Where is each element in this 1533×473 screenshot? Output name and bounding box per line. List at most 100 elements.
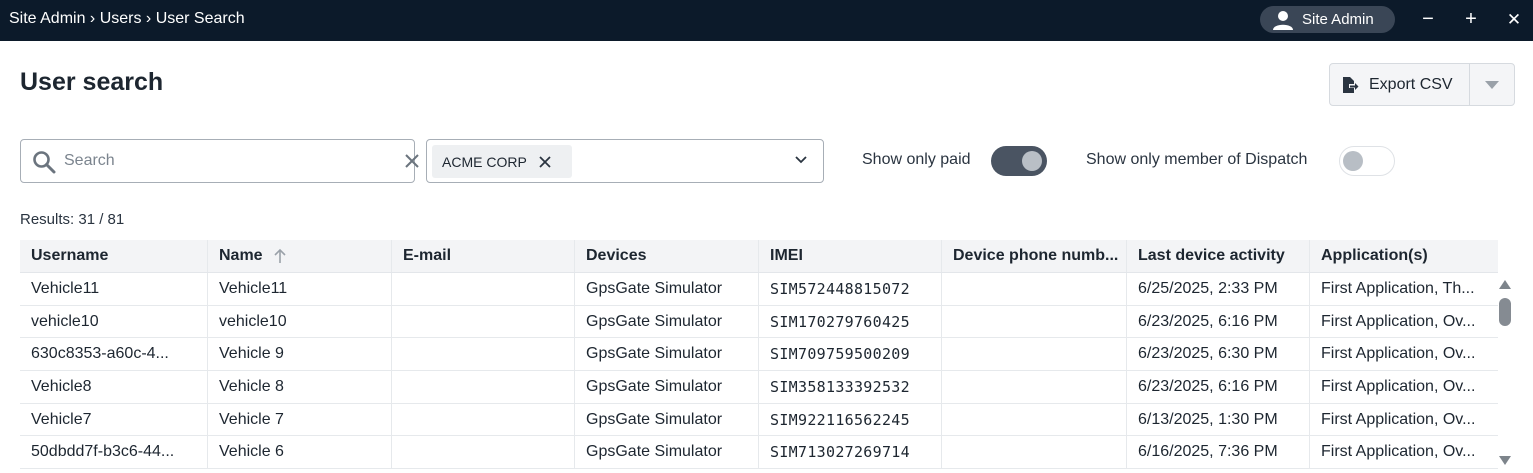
column-header-last-activity[interactable]: Last device activity [1127,240,1310,272]
cell-imei: SIM713027269714 [759,436,942,469]
column-header-device-phone[interactable]: Device phone numb... [942,240,1127,272]
table-row[interactable]: 630c8353-a60c-4... Vehicle 9 GpsGate Sim… [20,338,1498,372]
search-input[interactable] [64,150,364,172]
search-icon [33,151,56,174]
cell-device-phone [942,305,1127,338]
page-title: User search [20,68,164,96]
results-count: Results: 31 / 81 [20,211,125,228]
show-only-dispatch-label: Show only member of Dispatch [1086,151,1308,168]
column-header-imei[interactable]: IMEI [759,240,942,272]
organization-select[interactable]: ACME CORP [426,139,824,183]
remove-tag-icon[interactable] [539,155,551,168]
scrollbar-thumb[interactable] [1499,298,1511,326]
cell-last-activity: 6/23/2025, 6:16 PM [1127,305,1310,338]
export-csv-label: Export CSV [1369,75,1453,93]
cell-device-phone [942,273,1127,305]
cell-last-activity: 6/13/2025, 1:30 PM [1127,403,1310,436]
maximize-button[interactable]: + [1460,8,1482,30]
search-field [20,139,419,183]
cell-username: Vehicle8 [20,371,208,403]
cell-name: Vehicle 6 [208,436,392,469]
cell-last-activity: 6/16/2025, 7:36 PM [1127,436,1310,469]
chevron-down-icon[interactable] [794,155,808,165]
user-menu-button[interactable]: Site Admin [1260,6,1395,33]
cell-imei: SIM572448815072 [759,273,942,305]
toggle-knob [1343,151,1363,171]
show-only-paid-toggle[interactable] [991,146,1047,176]
cell-username: Vehicle7 [20,403,208,436]
column-header-devices[interactable]: Devices [575,240,759,272]
cell-applications: First Application, Ov... [1321,410,1476,428]
cell-username: 630c8353-a60c-4... [20,338,208,371]
column-header-name[interactable]: Name [208,240,392,272]
export-file-icon [1343,76,1359,93]
table-row[interactable]: Vehicle7 Vehicle 7 GpsGate Simulator SIM… [20,403,1498,437]
cell-name: Vehicle 8 [208,371,392,403]
cell-email [392,338,575,371]
export-csv-split-button: Export CSV [1329,63,1515,106]
cell-device-phone [942,338,1127,371]
cell-imei: SIM922116562245 [759,403,942,436]
export-options-toggle[interactable] [1470,64,1514,105]
cell-email [392,305,575,338]
user-table: Username Name E-mail Devices IMEI Device… [20,240,1498,470]
cell-devices: GpsGate Simulator [575,371,759,403]
selected-organization-tag: ACME CORP [432,145,572,178]
close-button[interactable]: ✕ [1503,8,1525,30]
table-header-row: Username Name E-mail Devices IMEI Device… [20,240,1498,273]
toggle-knob [1022,151,1042,171]
cell-devices: GpsGate Simulator [575,436,759,469]
cell-applications: First Application, Ov... [1321,443,1476,461]
cell-device-phone [942,371,1127,403]
cell-applications: First Application, Ov... [1321,377,1476,395]
table-row[interactable]: vehicle10 vehicle10 GpsGate Simulator SI… [20,305,1498,339]
cell-username: Vehicle11 [20,273,208,305]
sort-ascending-icon [274,248,286,263]
show-only-paid-label: Show only paid [862,151,971,168]
table-scrollbar[interactable] [1498,274,1512,473]
cell-applications: First Application, Ov... [1321,345,1476,363]
scroll-up-icon[interactable] [1499,279,1511,289]
cell-imei: SIM358133392532 [759,371,942,403]
scroll-down-icon[interactable] [1499,456,1511,466]
cell-email [392,403,575,436]
column-header-username[interactable]: Username [20,240,208,272]
cell-device-phone [942,436,1127,469]
cell-applications: First Application, Ov... [1321,312,1476,330]
cell-last-activity: 6/23/2025, 6:16 PM [1127,371,1310,403]
column-header-applications[interactable]: Application(s) [1310,240,1498,272]
breadcrumb: Site Admin › Users › User Search [9,10,245,27]
show-only-dispatch-toggle[interactable] [1339,146,1395,176]
selected-organization-label: ACME CORP [442,153,527,170]
cell-applications: First Application, Th... [1321,279,1475,297]
table-row[interactable]: Vehicle11 Vehicle11 GpsGate Simulator SI… [20,273,1498,306]
cell-last-activity: 6/23/2025, 6:30 PM [1127,338,1310,371]
caret-down-icon [1485,80,1499,89]
cell-devices: GpsGate Simulator [575,273,759,305]
cell-username: vehicle10 [20,305,208,338]
cell-email [392,371,575,403]
cell-imei: SIM170279760425 [759,305,942,338]
title-bar: Site Admin › Users › User Search Site Ad… [0,0,1533,41]
table-row[interactable]: Vehicle8 Vehicle 8 GpsGate Simulator SIM… [20,371,1498,404]
cell-device-phone [942,403,1127,436]
cell-name: Vehicle 9 [208,338,392,371]
export-csv-button[interactable]: Export CSV [1330,64,1470,105]
column-header-email[interactable]: E-mail [392,240,575,272]
cell-devices: GpsGate Simulator [575,305,759,338]
cell-name: Vehicle11 [208,273,392,305]
user-icon [1273,10,1293,30]
cell-email [392,436,575,469]
cell-name: vehicle10 [208,305,392,338]
minimize-button[interactable]: − [1417,8,1439,30]
cell-devices: GpsGate Simulator [575,338,759,371]
cell-devices: GpsGate Simulator [575,403,759,436]
table-row[interactable]: 50dbdd7f-b3c6-44... Vehicle 6 GpsGate Si… [20,436,1498,470]
cell-username: 50dbdd7f-b3c6-44... [20,436,208,469]
cell-email [392,273,575,305]
user-menu-label: Site Admin [1302,11,1374,28]
cell-name: Vehicle 7 [208,403,392,436]
clear-search-icon[interactable] [404,153,420,169]
cell-imei: SIM709759500209 [759,338,942,371]
cell-last-activity: 6/25/2025, 2:33 PM [1127,273,1310,305]
